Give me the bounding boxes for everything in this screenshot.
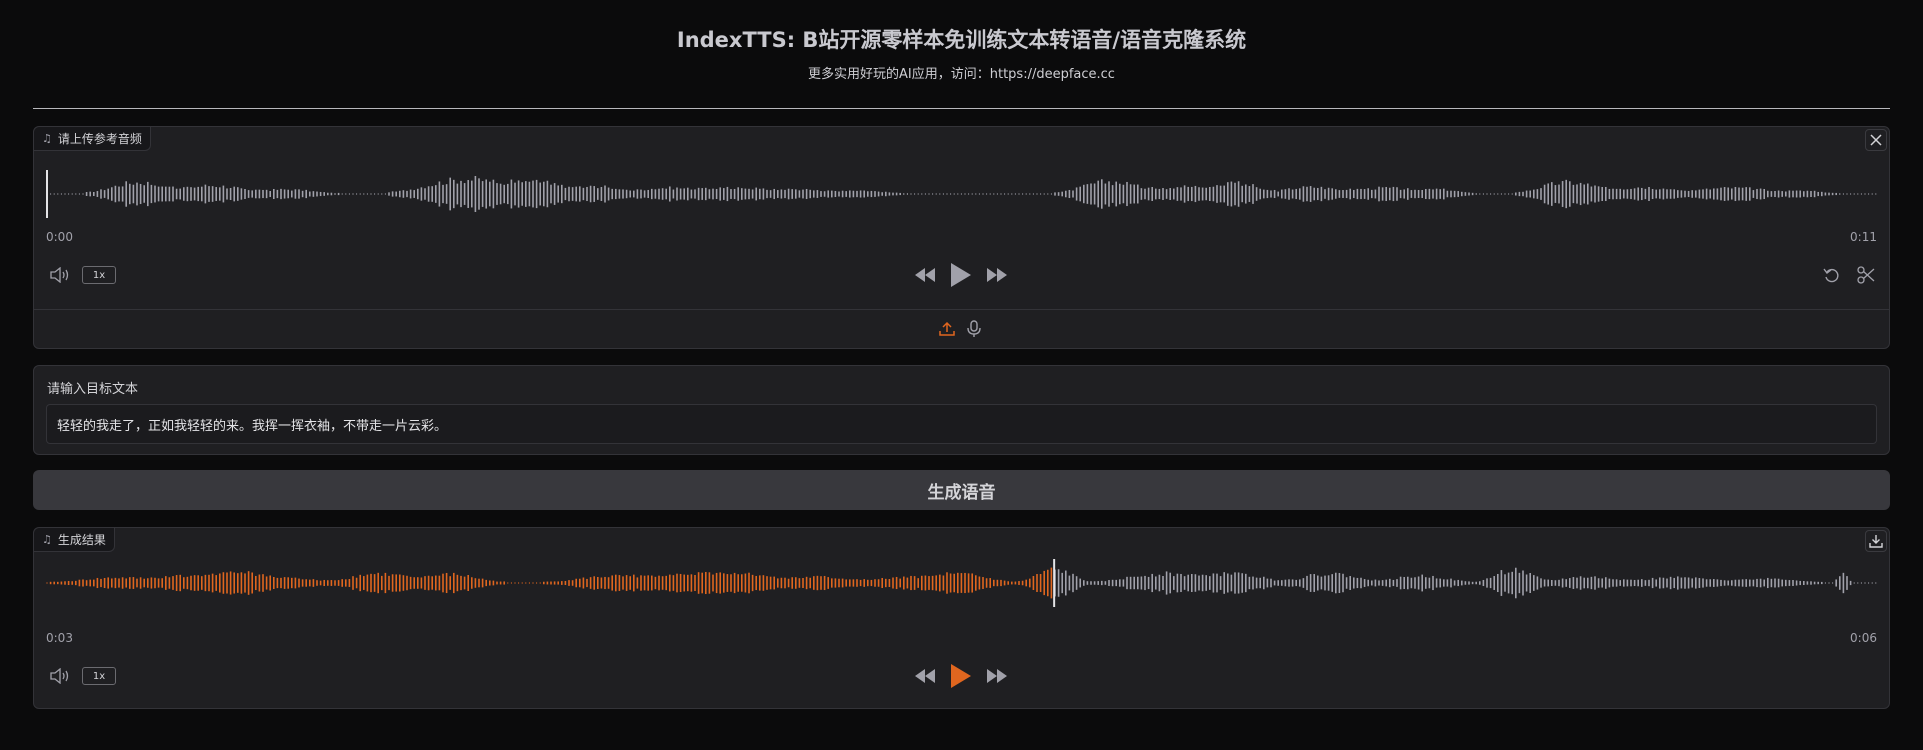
result-audio-label-tag: ♫ 生成结果	[34, 528, 115, 552]
fast-forward-icon	[987, 268, 1007, 282]
play-button[interactable]	[948, 260, 974, 290]
result-time-current: 0:03	[46, 631, 73, 645]
volume-button[interactable]	[48, 265, 72, 285]
upload-source-button[interactable]	[937, 319, 957, 339]
generate-speech-button[interactable]: 生成语音	[33, 470, 1890, 510]
result-playback-rate-button[interactable]: 1x	[82, 667, 116, 685]
clear-audio-button[interactable]	[1865, 129, 1887, 151]
reference-waveform[interactable]	[46, 164, 1879, 224]
reference-time-end: 0:11	[1850, 230, 1877, 244]
result-volume-button[interactable]	[48, 666, 72, 686]
microphone-source-button[interactable]	[964, 319, 984, 339]
reference-time-start: 0:00	[46, 230, 73, 244]
target-text-input[interactable]: 轻轻的我走了，正如我轻轻的来。我挥一挥衣袖，不带走一片云彩。	[46, 404, 1877, 444]
target-text-label: 请输入目标文本	[47, 382, 139, 397]
playback-rate-button[interactable]: 1x	[82, 266, 116, 284]
header-divider	[33, 108, 1890, 109]
fast-forward-icon	[987, 669, 1007, 683]
music-note-icon: ♫	[42, 533, 52, 546]
scissors-icon	[1857, 266, 1875, 284]
result-fast-forward-button[interactable]	[984, 666, 1010, 686]
play-icon	[951, 263, 971, 287]
page-title: IndexTTS: B站开源零样本免训练文本转语音/语音克隆系统	[676, 28, 1247, 52]
play-icon	[951, 664, 971, 688]
target-text-panel: 请输入目标文本 轻轻的我走了，正如我轻轻的来。我挥一挥衣袖，不带走一片云彩。	[33, 365, 1890, 455]
reference-audio-label: 请上传参考音频	[57, 132, 142, 146]
volume-icon	[50, 267, 69, 283]
result-audio-panel: ♫ 生成结果 0:03 0:06 1x	[33, 527, 1890, 709]
reference-audio-panel: ♫ 请上传参考音频 0:00 0:11 1x	[33, 126, 1890, 349]
fast-forward-button[interactable]	[984, 265, 1010, 285]
reference-audio-label-tag: ♫ 请上传参考音频	[34, 127, 151, 151]
upload-icon	[939, 321, 955, 336]
reset-button[interactable]	[1821, 265, 1843, 285]
microphone-icon	[967, 320, 981, 337]
rewind-icon	[915, 268, 935, 282]
close-icon	[1870, 134, 1882, 146]
result-time-end: 0:06	[1850, 631, 1877, 645]
rewind-icon	[915, 669, 935, 683]
result-waveform[interactable]	[46, 553, 1879, 613]
download-button[interactable]	[1865, 530, 1887, 552]
result-play-button[interactable]	[948, 661, 974, 691]
music-note-icon: ♫	[42, 132, 52, 145]
volume-icon	[50, 668, 69, 684]
result-rewind-button[interactable]	[912, 666, 938, 686]
page-subtitle: 更多实用好玩的AI应用，访问：https://deepface.cc	[808, 67, 1115, 82]
source-separator	[34, 309, 1889, 310]
result-audio-label: 生成结果	[57, 533, 106, 547]
undo-icon	[1823, 268, 1839, 283]
trim-button[interactable]	[1855, 265, 1877, 285]
download-icon	[1869, 535, 1883, 548]
rewind-button[interactable]	[912, 265, 938, 285]
